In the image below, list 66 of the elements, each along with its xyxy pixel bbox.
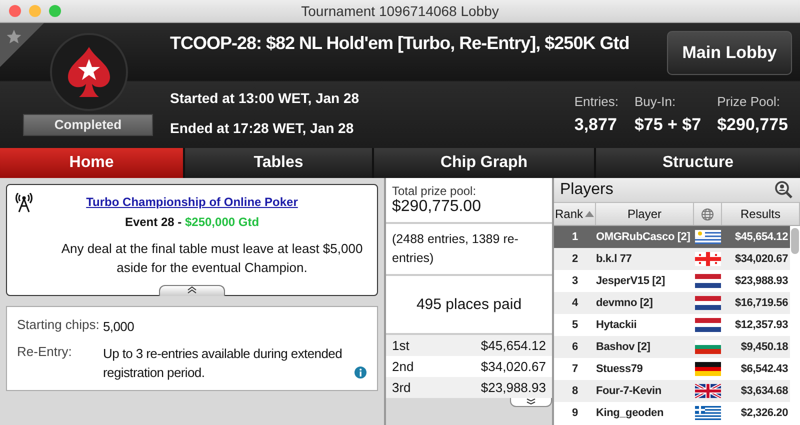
flag-icon xyxy=(695,362,721,376)
payout-place: 2nd xyxy=(392,359,414,374)
sort-up-icon xyxy=(585,211,594,217)
globe-icon[interactable] xyxy=(701,208,714,220)
payout-amount: $34,020.67 xyxy=(480,359,546,374)
flag-icon xyxy=(695,230,721,244)
payout-place: 1st xyxy=(392,338,410,353)
tab[interactable]: Home xyxy=(0,148,183,178)
player-row[interactable]: 9 King_geoden $2,326.20 xyxy=(554,402,790,424)
stat-value: $290,775 xyxy=(717,115,788,135)
column-header[interactable]: Player xyxy=(596,203,694,225)
antenna-icon xyxy=(15,193,33,213)
stat-label: Entries: xyxy=(574,94,618,109)
info-icon[interactable] xyxy=(354,366,367,379)
player-row[interactable]: 5 Hytackii $12,357.93 xyxy=(554,314,790,336)
tab[interactable]: Tables xyxy=(185,148,372,178)
series-link[interactable]: Turbo Championship of Online Poker xyxy=(86,195,298,209)
detail-value: Up to 3 re-entries available during extended registration period. xyxy=(103,345,344,382)
stat-value: $75 + $7 xyxy=(634,115,702,135)
tournament-title: TCOOP-28: $82 NL Hold'em [Turbo, Re-Entry], $250K Gtd xyxy=(170,33,630,54)
player-search-icon[interactable] xyxy=(774,180,794,200)
payout-amount: $45,654.12 xyxy=(480,338,546,353)
payout-place: 3rd xyxy=(392,380,411,395)
chevrons-down-icon xyxy=(526,398,536,405)
scrollbar-thumb[interactable] xyxy=(791,228,799,254)
tab[interactable]: Structure xyxy=(596,148,800,178)
player-row[interactable]: 6 Bashov [2] $9,450.18 xyxy=(554,336,790,358)
window-title: Tournament 1096714068 Lobby xyxy=(301,3,499,19)
column-header[interactable]: Results xyxy=(722,203,800,225)
collapse-button[interactable] xyxy=(159,285,225,296)
detail-label: Starting chips: xyxy=(17,317,100,334)
main-lobby-button[interactable]: Main Lobby xyxy=(667,31,792,75)
player-row[interactable]: 3 JesperV15 [2] $23,988.93 xyxy=(554,270,790,292)
player-row[interactable]: 8 Four-7-Kevin $3,634.68 xyxy=(554,380,790,402)
prize-pool-value: $290,775.00 xyxy=(392,198,482,216)
flag-icon xyxy=(695,340,721,354)
player-row[interactable]: 2 b.k.l 77 $34,020.67 xyxy=(554,248,790,270)
star-icon[interactable] xyxy=(6,29,22,45)
player-row[interactable]: 7 Stuess79 $6,542.43 xyxy=(554,358,790,380)
column-header[interactable]: Rank xyxy=(554,203,596,225)
stat-label: Prize Pool: xyxy=(717,94,781,109)
flag-icon xyxy=(695,252,721,266)
flag-icon xyxy=(695,296,721,310)
players-title: Players xyxy=(560,181,614,199)
detail-label: Re-Entry: xyxy=(17,344,73,361)
announcement-text: Any deal at the final table must leave at least $5,000 aside for the eventual Champion. xyxy=(60,240,364,277)
flag-icon xyxy=(695,384,721,398)
prize-pool-label: Total prize pool: xyxy=(392,184,478,198)
start-time: Started at 13:00 WET, Jan 28 xyxy=(170,90,360,106)
detail-value: 5,000 xyxy=(103,318,134,336)
status-label: Completed xyxy=(23,114,153,136)
stat-value: 3,877 xyxy=(574,115,618,135)
close-button[interactable] xyxy=(9,5,21,17)
player-row[interactable]: 4 devmno [2] $16,719.56 xyxy=(554,292,790,314)
tab[interactable]: Chip Graph xyxy=(374,148,594,178)
player-row[interactable]: 1 OMGRubCasco [2] $45,654.12 xyxy=(554,226,790,248)
entries-text: (2488 entries, 1389 re-entries) xyxy=(392,231,520,267)
expand-button[interactable] xyxy=(510,398,552,407)
flag-icon xyxy=(695,274,721,288)
event-label: Event 28 - $250,000 Gtd xyxy=(124,215,260,229)
end-time: Ended at 17:28 WET, Jan 28 xyxy=(170,120,355,136)
stat-label: Buy-In: xyxy=(634,94,677,109)
flag-icon xyxy=(695,406,721,420)
flag-icon xyxy=(695,318,721,332)
spade-logo-icon xyxy=(66,45,112,99)
payout-amount: $23,988.93 xyxy=(480,380,546,395)
